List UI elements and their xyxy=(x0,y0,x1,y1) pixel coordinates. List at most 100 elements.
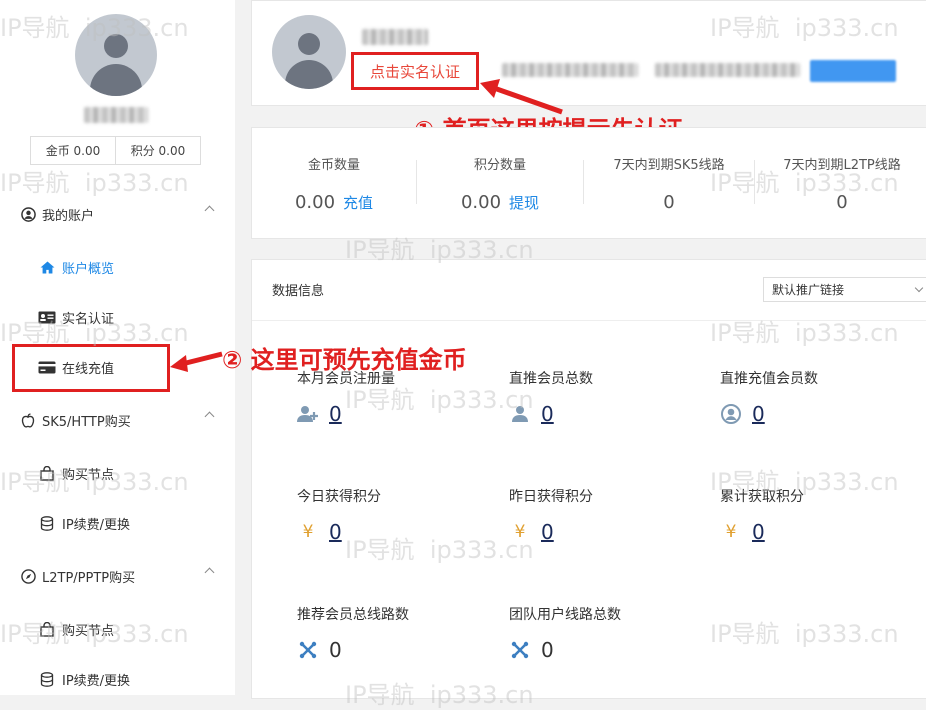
user-icon xyxy=(509,403,531,425)
profile-badge-redacted xyxy=(810,60,896,82)
stat-points: 积分数量 0.00 提现 xyxy=(417,128,583,238)
select-value: 默认推广链接 xyxy=(772,283,845,297)
sidebar-item-label: IP续费/更换 xyxy=(62,673,131,689)
sidebar-item-account-overview[interactable]: 账户概览 xyxy=(38,252,114,282)
sidebar-item-label: 账户概览 xyxy=(62,261,115,277)
recharge-link[interactable]: 充值 xyxy=(343,194,373,212)
menu-group-l2tp-pptp[interactable]: L2TP/PPTP购买 xyxy=(0,556,235,596)
stat-value: 0.00 xyxy=(294,192,336,213)
stat-label: 7天内到期L2TP线路 xyxy=(783,158,901,173)
metric-row: 0 xyxy=(509,638,554,662)
yen-icon: ¥ xyxy=(725,522,737,542)
metric-label: 今日获得积分 xyxy=(297,489,381,505)
sidebar-item-buy-node-sk5[interactable]: 购买节点 xyxy=(38,458,114,488)
stat-value: 0.00 xyxy=(460,192,502,213)
credit-card-icon xyxy=(38,361,56,374)
database-icon xyxy=(38,515,56,531)
metric-label: 累计获取积分 xyxy=(720,489,804,505)
menu-group-my-account[interactable]: 我的账户 xyxy=(0,194,235,234)
metric-row: 0 xyxy=(720,402,765,426)
metric-value: 0 xyxy=(541,638,554,662)
sidebar-item-label: 实名认证 xyxy=(62,311,115,327)
metric-direct-referrals: 直推会员总数 0 xyxy=(509,368,709,448)
stat-label: 7天内到期SK5线路 xyxy=(613,158,725,173)
sidebar-item-ip-renew-l2tp[interactable]: IP续费/更换 xyxy=(38,664,130,694)
profile-avatar xyxy=(272,15,346,89)
stat-label: 金币数量 xyxy=(307,158,360,173)
metric-label: 团队用户线路总数 xyxy=(509,607,621,623)
divider xyxy=(252,320,926,321)
metric-value: 0 xyxy=(329,638,342,662)
id-card-icon xyxy=(38,311,56,324)
sidebar-item-label: 在线充值 xyxy=(62,361,115,377)
metric-value[interactable]: 0 xyxy=(329,520,342,544)
coin-balance: 金币 0.00 xyxy=(45,144,101,158)
real-name-verify-link[interactable]: 点击实名认证 xyxy=(351,52,479,90)
profile-info-redacted-2 xyxy=(655,63,800,77)
metric-value[interactable]: 0 xyxy=(541,520,554,544)
stat-coins: 金币数量 0.00 充值 xyxy=(253,128,415,238)
point-balance: 积分 0.00 xyxy=(115,137,200,164)
metric-label: 昨日获得积分 xyxy=(509,489,593,505)
metric-value[interactable]: 0 xyxy=(752,520,765,544)
metric-row: 0 xyxy=(297,402,342,426)
promo-link-select[interactable]: 默认推广链接 xyxy=(763,277,926,302)
stat-value: 0 xyxy=(836,192,848,213)
username-redacted xyxy=(84,107,148,123)
yen-icon: ¥ xyxy=(302,522,314,542)
metric-row: ¥ 0 xyxy=(509,520,554,544)
stat-value: 0 xyxy=(663,192,675,213)
balance-summary: 金币 0.00 积分 0.00 xyxy=(30,136,201,165)
metric-recharge-members: 直推充值会员数 0 xyxy=(720,368,920,448)
apple-icon xyxy=(20,412,36,428)
withdraw-link[interactable]: 提现 xyxy=(509,194,539,212)
stat-value-row: 0.00 提现 xyxy=(417,192,583,213)
metric-row: 0 xyxy=(297,638,342,662)
stat-expiring-sk5: 7天内到期SK5线路 0 xyxy=(584,128,754,238)
metric-label: 直推会员总数 xyxy=(509,371,593,387)
chevron-up-icon xyxy=(204,567,215,578)
sidebar-item-real-name-verify[interactable]: 实名认证 xyxy=(38,302,114,332)
annotation-arrow-2 xyxy=(170,351,223,372)
metric-row: ¥ 0 xyxy=(297,520,342,544)
metric-points-total: 累计获取积分 ¥ 0 xyxy=(720,486,920,566)
profile-name-redacted xyxy=(362,29,428,45)
metric-row: 0 xyxy=(509,402,554,426)
metric-label: 推荐会员总线路数 xyxy=(297,607,409,623)
sidebar-item-buy-node-l2tp[interactable]: 购买节点 xyxy=(38,614,114,644)
metric-value[interactable]: 0 xyxy=(752,402,765,426)
chevron-down-icon xyxy=(914,283,924,293)
menu-group-label: 我的账户 xyxy=(42,208,95,224)
user-avatar[interactable] xyxy=(75,14,157,96)
database-icon xyxy=(38,671,56,687)
yen-icon: ¥ xyxy=(514,522,526,542)
metric-referral-lines: 推荐会员总线路数 0 xyxy=(297,604,497,684)
metric-value[interactable]: 0 xyxy=(329,402,342,426)
sidebar-item-online-recharge[interactable]: 在线充值 xyxy=(38,352,114,382)
sidebar-item-label: 购买节点 xyxy=(62,467,115,483)
stat-label: 积分数量 xyxy=(473,158,526,173)
compass-icon xyxy=(20,568,36,584)
chevron-up-icon xyxy=(204,411,215,422)
metric-points-today: 今日获得积分 ¥ 0 xyxy=(297,486,497,566)
metric-points-yesterday: 昨日获得积分 ¥ 0 xyxy=(509,486,709,566)
sidebar-item-label: 购买节点 xyxy=(62,623,115,639)
user-circle-icon xyxy=(20,206,36,222)
sidebar-item-label: IP续费/更换 xyxy=(62,517,131,533)
sidebar-item-ip-renew-sk5[interactable]: IP续费/更换 xyxy=(38,508,130,538)
joomla-icon xyxy=(297,639,319,661)
metric-row: ¥ 0 xyxy=(720,520,765,544)
shopping-bag-icon xyxy=(38,621,56,637)
home-icon xyxy=(38,260,56,274)
metric-team-lines: 团队用户线路总数 0 xyxy=(509,604,709,684)
menu-group-label: L2TP/PPTP购买 xyxy=(42,570,136,586)
chevron-up-icon xyxy=(204,205,215,216)
metric-monthly-registrations: 本月会员注册量 0 xyxy=(297,368,497,448)
metric-value[interactable]: 0 xyxy=(541,402,554,426)
menu-group-sk5-http[interactable]: SK5/HTTP购买 xyxy=(0,400,235,440)
data-info-title: 数据信息 xyxy=(272,284,325,299)
stat-value-row: 0.00 充值 xyxy=(253,192,415,213)
joomla-icon xyxy=(509,639,531,661)
shopping-bag-icon xyxy=(38,465,56,481)
user-circle-icon xyxy=(720,403,742,425)
